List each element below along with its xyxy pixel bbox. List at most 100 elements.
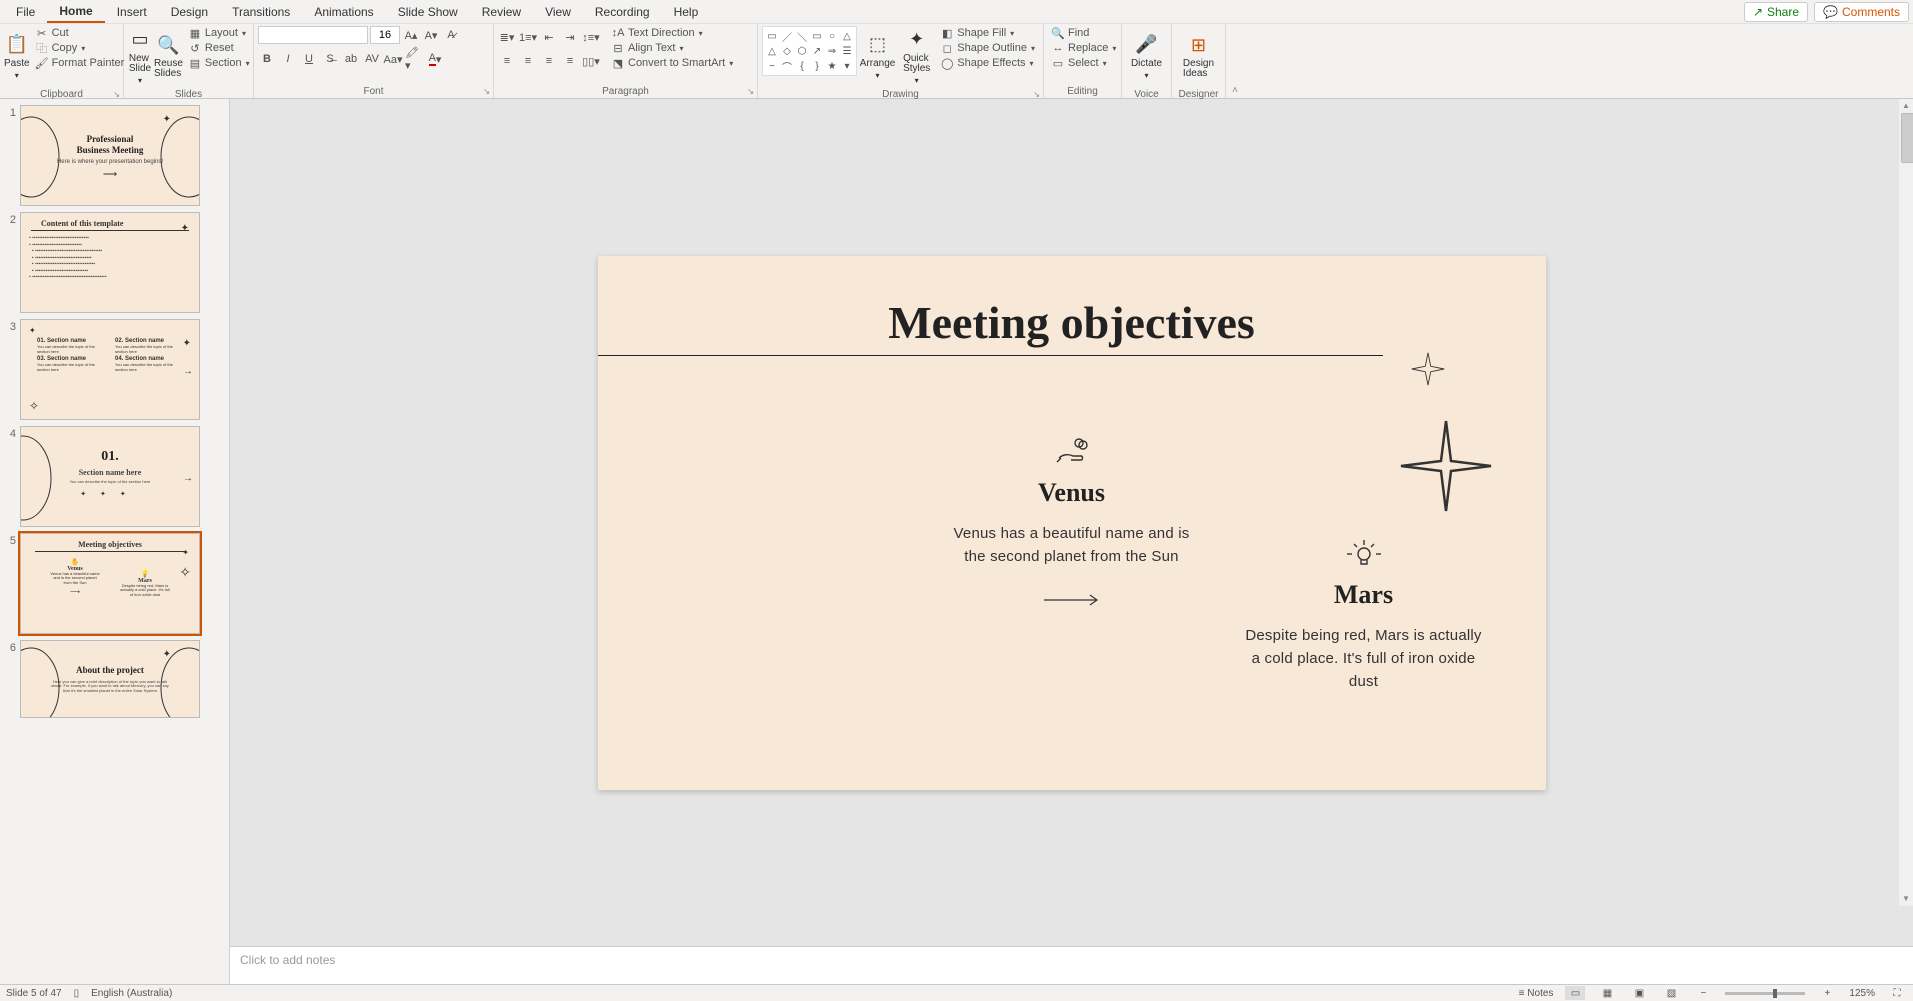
scroll-thumb[interactable] (1901, 113, 1913, 163)
highlight-button[interactable]: 🖍▾ (405, 50, 423, 68)
slide-canvas[interactable]: Meeting objectives Venus Venus (598, 256, 1546, 790)
notes-toggle[interactable]: ≡ Notes (1519, 988, 1554, 999)
find-button[interactable]: 🔍Find (1048, 26, 1120, 40)
clear-format-button[interactable]: A̷ (442, 26, 460, 44)
scroll-up-button[interactable]: ▲ (1899, 99, 1913, 113)
tab-slideshow[interactable]: Slide Show (386, 2, 470, 22)
shape-fill-button[interactable]: ◧Shape Fill▾ (937, 26, 1039, 40)
tab-animations[interactable]: Animations (302, 2, 385, 22)
objective-venus[interactable]: Venus Venus has a beautiful name and is … (952, 436, 1192, 610)
thumbnail-slide-6[interactable]: ✦ About the project Here you can give a … (20, 640, 200, 718)
tab-review[interactable]: Review (470, 2, 533, 22)
tab-home[interactable]: Home (47, 1, 104, 23)
numbering-button[interactable]: 1≡▾ (519, 28, 537, 46)
font-launcher[interactable]: ↘ (483, 87, 490, 96)
shrink-font-button[interactable]: A▾ (422, 26, 440, 44)
font-name-input[interactable] (258, 26, 368, 44)
tab-transitions[interactable]: Transitions (220, 2, 302, 22)
new-slide-button[interactable]: ▭ New Slide▾ (128, 26, 152, 86)
venus-desc[interactable]: Venus has a beautiful name and is the se… (952, 522, 1192, 569)
line-spacing-button[interactable]: ↕≡▾ (582, 28, 600, 46)
spacing-button[interactable]: AV (363, 50, 381, 68)
accessibility-icon[interactable]: ▯ (74, 988, 80, 999)
bullets-button[interactable]: ≣▾ (498, 28, 516, 46)
fit-window-button[interactable]: ⛶ (1887, 986, 1907, 1000)
zoom-in-button[interactable]: + (1817, 986, 1837, 1000)
group-clipboard: 📋 Paste ▾ ✂Cut ⿻Copy▾ 🖌Format Painter Cl… (0, 24, 124, 98)
zoom-slider[interactable] (1725, 992, 1805, 995)
arrange-button[interactable]: ⬚ Arrange▾ (859, 26, 896, 86)
design-ideas-button[interactable]: ⊞ Design Ideas (1176, 26, 1221, 86)
bold-button[interactable]: B (258, 50, 276, 68)
layout-button[interactable]: ▦Layout▾ (185, 26, 254, 40)
slideshow-view-button[interactable]: ▧ (1661, 986, 1681, 1000)
align-text-button[interactable]: ⊟Align Text▾ (608, 41, 737, 55)
mars-desc[interactable]: Despite being red, Mars is actually a co… (1244, 624, 1484, 694)
zoom-out-button[interactable]: − (1693, 986, 1713, 1000)
shape-gallery[interactable]: ▭／＼▭○△ △◇⬡↗⇒☰ ~⌒{}★▾ (762, 26, 857, 76)
clipboard-launcher[interactable]: ↘ (113, 90, 120, 99)
language-status[interactable]: English (Australia) (91, 988, 172, 999)
smartart-button[interactable]: ⬔Convert to SmartArt▾ (608, 56, 737, 70)
notes-pane[interactable]: Click to add notes (230, 946, 1913, 984)
underline-button[interactable]: U (300, 50, 318, 68)
thumbnail-slide-3[interactable]: ✦ ✦ → ✧ 01. Section nameYou can describe… (20, 319, 200, 420)
copy-button[interactable]: ⿻Copy▾ (32, 41, 129, 55)
font-color-button[interactable]: A▾ (426, 50, 444, 68)
reset-button[interactable]: ↺Reset (185, 41, 254, 55)
thumbnail-slide-5[interactable]: Meeting objectives ✦ ✧ ✋ Venus Venus has… (20, 533, 200, 634)
tab-view[interactable]: View (533, 2, 583, 22)
thumbnail-slide-4[interactable]: → 01. Section name here You can describe… (20, 426, 200, 527)
tab-file[interactable]: File (4, 2, 47, 22)
zoom-handle[interactable] (1773, 989, 1777, 998)
thumbnail-slide-2[interactable]: Content of this template ✦ ▪ ▪▪▪▪▪▪▪▪▪▪▪… (20, 212, 200, 313)
vertical-scrollbar[interactable]: ▲ ▼ (1899, 99, 1913, 906)
sorter-view-button[interactable]: ▦ (1597, 986, 1617, 1000)
comments-button[interactable]: 💬Comments (1814, 2, 1909, 22)
tab-insert[interactable]: Insert (105, 2, 159, 22)
case-button[interactable]: Aa▾ (384, 50, 402, 68)
strike-button[interactable]: S̶ (321, 50, 339, 68)
outdent-button[interactable]: ⇤ (540, 28, 558, 46)
text-direction-button[interactable]: ↕AText Direction▾ (608, 26, 737, 40)
reading-view-button[interactable]: ▣ (1629, 986, 1649, 1000)
collapse-ribbon-button[interactable]: ˄ (1226, 24, 1244, 98)
align-left-button[interactable]: ≡ (498, 52, 516, 70)
shape-effects-button[interactable]: ◯Shape Effects▾ (937, 56, 1039, 70)
tab-design[interactable]: Design (159, 2, 220, 22)
indent-button[interactable]: ⇥ (561, 28, 579, 46)
slide-title[interactable]: Meeting objectives (598, 256, 1546, 349)
scroll-down-button[interactable]: ▼ (1899, 892, 1913, 906)
share-button[interactable]: ↗Share (1744, 2, 1808, 22)
section-button[interactable]: ▤Section▾ (185, 56, 254, 70)
thumbnail-slide-1[interactable]: ✦ Professional Business Meeting Here is … (20, 105, 200, 206)
align-right-button[interactable]: ≡ (540, 52, 558, 70)
thumbnail-pane[interactable]: 1 ✦ Professional Business Meeting Here i… (0, 99, 230, 984)
cut-button[interactable]: ✂Cut (32, 26, 129, 40)
shape-outline-button[interactable]: ◻Shape Outline▾ (937, 41, 1039, 55)
replace-button[interactable]: ↔Replace▾ (1048, 41, 1120, 55)
tab-recording[interactable]: Recording (583, 2, 662, 22)
justify-button[interactable]: ≡ (561, 52, 579, 70)
paste-button[interactable]: 📋 Paste ▾ (4, 26, 30, 86)
align-center-button[interactable]: ≡ (519, 52, 537, 70)
dictate-button[interactable]: 🎤 Dictate▾ (1126, 26, 1167, 86)
objective-mars[interactable]: Mars Despite being red, Mars is actually… (1244, 538, 1484, 694)
drawing-launcher[interactable]: ↘ (1033, 90, 1040, 99)
zoom-percent[interactable]: 125% (1849, 988, 1875, 999)
paragraph-launcher[interactable]: ↘ (747, 87, 754, 96)
select-button[interactable]: ▭Select▾ (1048, 56, 1120, 70)
reuse-slides-button[interactable]: 🔍 Reuse Slides (154, 26, 183, 86)
shadow-button[interactable]: ab (342, 50, 360, 68)
venus-heading[interactable]: Venus (952, 478, 1192, 508)
quick-styles-button[interactable]: ✦ Quick Styles▾ (898, 26, 935, 86)
font-size-input[interactable] (370, 26, 400, 44)
normal-view-button[interactable]: ▭ (1565, 986, 1585, 1000)
columns-button[interactable]: ▯▯▾ (582, 52, 600, 70)
format-painter-button[interactable]: 🖌Format Painter (32, 56, 129, 70)
italic-button[interactable]: I (279, 50, 297, 68)
grow-font-button[interactable]: A▴ (402, 26, 420, 44)
slide-area[interactable]: Meeting objectives Venus Venus (230, 99, 1913, 946)
mars-heading[interactable]: Mars (1244, 580, 1484, 610)
tab-help[interactable]: Help (662, 2, 711, 22)
